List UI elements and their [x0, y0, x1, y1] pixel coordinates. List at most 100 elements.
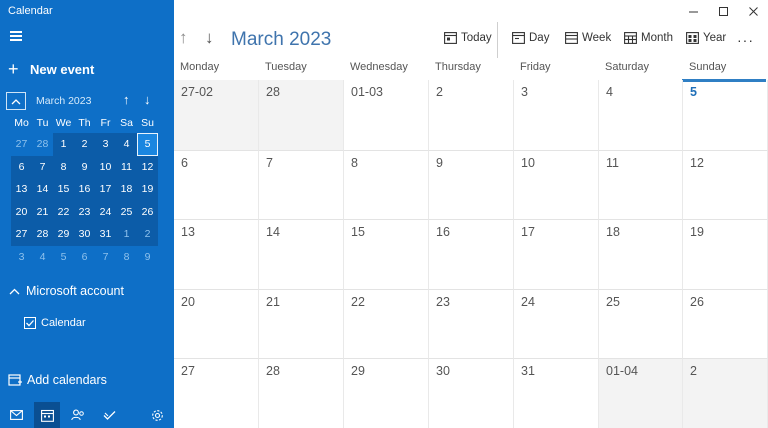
month-view-button[interactable]: Month: [624, 32, 673, 44]
mini-calendar-day[interactable]: 6: [11, 155, 32, 178]
mini-calendar-day[interactable]: 16: [74, 178, 95, 201]
day-cell[interactable]: 7: [259, 149, 344, 220]
mini-calendar-day[interactable]: 13: [11, 178, 32, 201]
mini-calendar-day[interactable]: 27: [11, 133, 32, 156]
day-cell[interactable]: 12: [683, 149, 768, 220]
day-cell[interactable]: 11: [599, 149, 683, 220]
settings-icon[interactable]: [144, 402, 170, 428]
day-cell[interactable]: 6: [174, 149, 259, 220]
mini-calendar-day[interactable]: 30: [74, 223, 95, 246]
minimize-icon[interactable]: [678, 0, 708, 22]
new-event-button[interactable]: + New event: [8, 60, 94, 78]
mini-calendar-day[interactable]: 8: [53, 155, 74, 178]
mini-calendar-day[interactable]: 11: [116, 155, 137, 178]
day-cell[interactable]: 4: [599, 80, 683, 150]
day-cell[interactable]: 25: [599, 288, 683, 359]
mail-icon[interactable]: [3, 402, 29, 428]
day-cell[interactable]: 23: [429, 288, 514, 359]
add-calendars-button[interactable]: Add calendars: [8, 373, 107, 387]
day-cell[interactable]: 13: [174, 219, 259, 289]
mini-calendar-day[interactable]: 17: [95, 178, 116, 201]
day-cell[interactable]: 20: [174, 288, 259, 359]
day-cell[interactable]: 19: [683, 219, 768, 289]
mini-calendar-day[interactable]: 22: [53, 200, 74, 223]
mini-calendar-day[interactable]: 1: [116, 223, 137, 246]
mini-calendar-prev-arrow-icon[interactable]: ↑: [123, 92, 130, 107]
day-view-button[interactable]: Day: [512, 32, 549, 44]
mini-calendar-day[interactable]: 26: [137, 200, 158, 223]
day-cell[interactable]: 10: [514, 149, 599, 220]
mini-calendar-today[interactable]: 5: [137, 133, 158, 156]
mini-calendar-day[interactable]: 6: [74, 246, 95, 269]
day-cell[interactable]: 27-02: [174, 80, 259, 150]
day-cell[interactable]: 2: [429, 80, 514, 150]
day-cell[interactable]: 28: [259, 358, 344, 428]
day-cell[interactable]: 17: [514, 219, 599, 289]
day-cell[interactable]: 24: [514, 288, 599, 359]
day-cell[interactable]: 27: [174, 358, 259, 428]
day-cell[interactable]: 28: [259, 80, 344, 150]
mini-calendar-day[interactable]: 8: [116, 246, 137, 269]
todo-icon[interactable]: [96, 402, 122, 428]
day-cell[interactable]: 01-04: [599, 358, 683, 428]
day-cell[interactable]: 30: [429, 358, 514, 428]
maximize-icon[interactable]: [708, 0, 738, 22]
today-button[interactable]: Today: [444, 32, 492, 44]
mini-calendar-day[interactable]: 3: [11, 246, 32, 269]
day-cell[interactable]: 01-03: [344, 80, 429, 150]
mini-calendar-day[interactable]: 9: [137, 246, 158, 269]
mini-calendar-day[interactable]: 4: [116, 133, 137, 156]
mini-calendar-day[interactable]: 15: [53, 178, 74, 201]
people-icon[interactable]: [65, 402, 91, 428]
day-cell[interactable]: 15: [344, 219, 429, 289]
day-cell[interactable]: 14: [259, 219, 344, 289]
mini-calendar-day[interactable]: 3: [95, 133, 116, 156]
mini-calendar-next-arrow-icon[interactable]: ↓: [144, 92, 151, 107]
day-cell[interactable]: 2: [683, 358, 768, 428]
mini-calendar-day[interactable]: 19: [137, 178, 158, 201]
mini-calendar-day[interactable]: 9: [74, 155, 95, 178]
mini-calendar-day[interactable]: 20: [11, 200, 32, 223]
mini-calendar-day[interactable]: 10: [95, 155, 116, 178]
microsoft-account-group[interactable]: Microsoft account: [9, 284, 124, 298]
mini-calendar-day[interactable]: 21: [32, 200, 53, 223]
next-month-arrow-icon[interactable]: ↓: [205, 28, 214, 48]
day-cell[interactable]: 21: [259, 288, 344, 359]
day-cell[interactable]: 8: [344, 149, 429, 220]
mini-calendar-day[interactable]: 27: [11, 223, 32, 246]
day-cell[interactable]: 26: [683, 288, 768, 359]
more-options-icon[interactable]: ···: [737, 32, 754, 48]
day-cell[interactable]: 16: [429, 219, 514, 289]
mini-calendar-day[interactable]: 24: [95, 200, 116, 223]
day-cell[interactable]: 22: [344, 288, 429, 359]
previous-month-arrow-icon[interactable]: ↑: [179, 28, 188, 48]
mini-calendar-day[interactable]: 7: [32, 155, 53, 178]
mini-calendar-day[interactable]: 25: [116, 200, 137, 223]
day-cell[interactable]: 9: [429, 149, 514, 220]
mini-calendar-day[interactable]: 29: [53, 223, 74, 246]
mini-calendar-day[interactable]: 23: [74, 200, 95, 223]
mini-calendar-day[interactable]: 28: [32, 223, 53, 246]
mini-calendar-day[interactable]: 7: [95, 246, 116, 269]
day-cell-today[interactable]: 5: [683, 80, 768, 150]
week-view-button[interactable]: Week: [565, 32, 611, 44]
hamburger-menu-icon[interactable]: [10, 31, 22, 41]
mini-calendar-day[interactable]: 31: [95, 223, 116, 246]
mini-calendar-collapse-button[interactable]: [6, 92, 26, 110]
calendar-visibility-checkbox[interactable]: Calendar: [24, 317, 86, 329]
mini-calendar-day[interactable]: 4: [32, 246, 53, 269]
calendar-icon[interactable]: [34, 402, 60, 428]
mini-calendar-day[interactable]: 28: [32, 133, 53, 156]
mini-calendar-day[interactable]: 2: [137, 223, 158, 246]
mini-calendar-month-label[interactable]: March 2023: [36, 95, 91, 107]
mini-calendar-day[interactable]: 5: [53, 246, 74, 269]
mini-calendar-day[interactable]: 14: [32, 178, 53, 201]
close-icon[interactable]: [738, 0, 768, 22]
mini-calendar-day[interactable]: 2: [74, 133, 95, 156]
mini-calendar-day[interactable]: 12: [137, 155, 158, 178]
year-view-button[interactable]: Year: [686, 32, 726, 44]
day-cell[interactable]: 3: [514, 80, 599, 150]
mini-calendar-day[interactable]: 18: [116, 178, 137, 201]
mini-calendar-day[interactable]: 1: [53, 133, 74, 156]
day-cell[interactable]: 18: [599, 219, 683, 289]
